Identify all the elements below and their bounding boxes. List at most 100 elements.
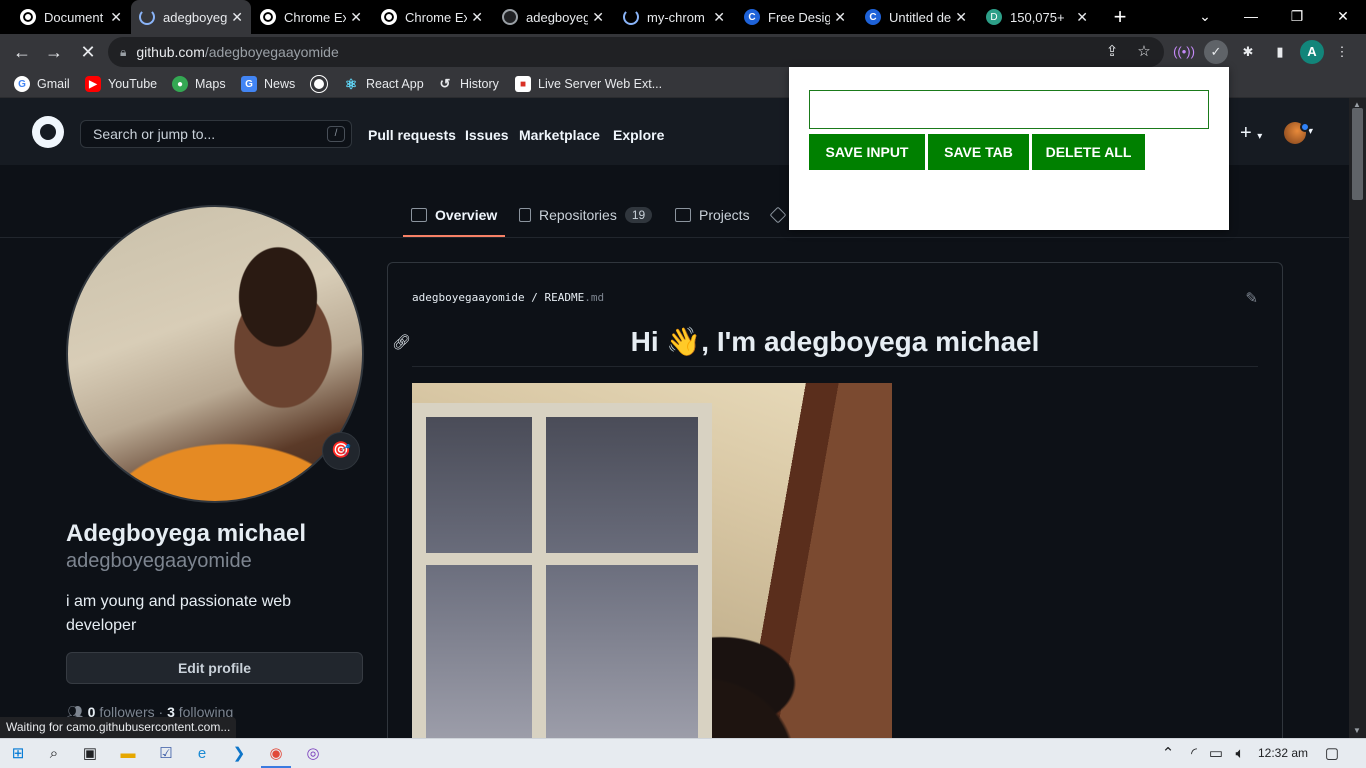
close-icon[interactable]: ✕ xyxy=(592,9,604,26)
restore-button[interactable]: ❐ xyxy=(1274,0,1320,34)
nav-marketplace[interactable]: Marketplace xyxy=(519,127,600,143)
browser-tab[interactable]: Chrome Ex ✕ xyxy=(373,0,491,34)
readme-photo xyxy=(412,383,892,763)
nav-pull-requests[interactable]: Pull requests xyxy=(368,127,456,143)
bookmark-gmail[interactable]: G Gmail xyxy=(14,74,70,94)
extensions-puzzle-icon[interactable]: ✱ xyxy=(1236,40,1260,64)
chevron-up-icon[interactable]: ⌃ xyxy=(1158,744,1178,764)
browser-tab-active[interactable]: adegboyega ✕ xyxy=(131,0,251,34)
save-tab-button[interactable]: SAVE TAB xyxy=(928,134,1029,170)
tab-label: Projects xyxy=(699,207,750,223)
battery-icon[interactable]: ▭ xyxy=(1206,744,1226,764)
edge-browser-icon[interactable]: e xyxy=(192,744,212,764)
system-clock[interactable]: 12:32 am xyxy=(1258,746,1308,760)
book-icon xyxy=(411,208,427,222)
close-icon[interactable]: ✕ xyxy=(471,9,483,26)
vscode-icon[interactable]: ❯ xyxy=(229,744,249,764)
task-view-icon[interactable]: ▣ xyxy=(80,744,100,764)
tab-search-chevron-icon[interactable]: ⌄ xyxy=(1182,0,1228,34)
tab-overview[interactable]: Overview xyxy=(403,195,506,237)
profile-avatar-large[interactable] xyxy=(66,205,364,503)
history-icon: ↺ xyxy=(439,76,451,91)
bookmark-live-server[interactable]: ■ Live Server Web Ext... xyxy=(515,74,662,94)
search-icon[interactable]: ⌕ xyxy=(44,744,64,764)
lock-icon[interactable]: 🔒︎ xyxy=(120,45,126,60)
edit-pencil-icon[interactable]: ✎ xyxy=(1245,289,1258,307)
github-logo-icon[interactable] xyxy=(32,116,64,148)
new-tab-button[interactable]: + xyxy=(1108,5,1132,29)
bookmark-star-icon[interactable]: ☆ xyxy=(1134,42,1154,62)
tab-projects[interactable]: Projects xyxy=(675,195,750,235)
globe-icon xyxy=(260,9,276,25)
podcast-app-icon[interactable]: ◎ xyxy=(303,744,323,764)
save-input-button[interactable]: SAVE INPUT xyxy=(809,134,925,170)
notification-dot xyxy=(1300,122,1310,132)
share-icon[interactable]: ⇪ xyxy=(1102,42,1122,62)
tab-label: Repositories xyxy=(539,207,617,223)
profile-username: adegboyegaayomide xyxy=(66,550,252,572)
search-input[interactable]: Search or jump to... / xyxy=(80,120,352,148)
canva-icon: C xyxy=(865,9,881,25)
file-explorer-icon[interactable]: ▬ xyxy=(118,744,138,764)
scrollbar-thumb[interactable] xyxy=(1352,108,1363,200)
bookmark-history[interactable]: ↺ History xyxy=(437,74,499,94)
nav-issues[interactable]: Issues xyxy=(465,127,509,143)
menu-kebab-icon[interactable]: ⋮ xyxy=(1330,40,1354,64)
status-target-icon[interactable]: 🎯 xyxy=(322,432,360,470)
close-icon[interactable]: ✕ xyxy=(350,9,362,26)
close-icon[interactable]: ✕ xyxy=(955,9,967,26)
address-bar[interactable]: 🔒︎ github.com/adegboyegaayomide xyxy=(108,37,1164,67)
browser-tab[interactable]: Document ✕ xyxy=(12,0,130,34)
close-icon[interactable]: ✕ xyxy=(1076,9,1088,26)
back-arrow-icon[interactable]: ← xyxy=(10,40,34,64)
bookmark-maps[interactable]: ● Maps xyxy=(172,74,226,94)
profile-full-name: Adegboyega michael xyxy=(66,520,307,547)
browser-tab[interactable]: adegboyeg ✕ xyxy=(494,0,612,34)
stop-loading-icon[interactable]: ✕ xyxy=(76,40,100,64)
browser-tab[interactable]: Chrome Ex ✕ xyxy=(252,0,370,34)
notification-center-icon[interactable]: ▢ xyxy=(1322,744,1342,764)
wifi-icon[interactable]: ◜ xyxy=(1184,744,1204,764)
browser-tab[interactable]: C Untitled de ✕ xyxy=(857,0,975,34)
tab-title: adegboyega xyxy=(163,9,228,25)
bookmark-news[interactable]: G News xyxy=(241,74,295,94)
browser-tab[interactable]: D 150,075+ ✕ xyxy=(978,0,1096,34)
page-scrollbar[interactable]: ▲ ▼ xyxy=(1349,98,1366,738)
close-icon[interactable]: ✕ xyxy=(713,9,725,26)
delete-all-button[interactable]: DELETE ALL xyxy=(1032,134,1145,170)
close-icon[interactable]: ✕ xyxy=(110,9,122,26)
photo-window xyxy=(412,403,712,763)
forward-arrow-icon[interactable]: → xyxy=(42,40,66,64)
tab-title: Free Desig xyxy=(768,9,831,25)
close-icon[interactable]: ✕ xyxy=(834,9,846,26)
windows-start-icon[interactable]: ⊞ xyxy=(8,744,28,764)
chrome-icon[interactable]: ◉ xyxy=(266,744,286,764)
browser-toolbar: ← → ✕ 🔒︎ github.com/adegboyegaayomide ⇪ … xyxy=(0,34,1366,70)
nav-explore[interactable]: Explore xyxy=(613,127,664,143)
side-panel-icon[interactable]: ▮ xyxy=(1268,40,1292,64)
edit-profile-button[interactable]: Edit profile xyxy=(66,652,363,684)
close-window-button[interactable]: ✕ xyxy=(1320,0,1366,34)
close-icon[interactable]: ✕ xyxy=(231,9,243,26)
d-icon: D xyxy=(986,9,1002,25)
create-new-plus-icon[interactable]: + ▾ xyxy=(1240,122,1262,145)
tab-repositories[interactable]: Repositories 19 xyxy=(519,195,653,235)
browser-tab[interactable]: my-chrom ✕ xyxy=(615,0,733,34)
minimize-button[interactable]: — xyxy=(1228,0,1274,34)
readme-owner-link[interactable]: adegboyegaayomide xyxy=(412,291,525,304)
tasks-checkbox-icon[interactable]: ☑ xyxy=(156,744,176,764)
readme-file-link[interactable]: README xyxy=(544,291,584,304)
browser-tab[interactable]: C Free Desig ✕ xyxy=(736,0,854,34)
profile-bio: i am young and passionate web developer xyxy=(66,593,292,634)
profile-avatar[interactable]: A xyxy=(1300,40,1324,64)
extension-nike-icon[interactable]: ✓ xyxy=(1204,40,1228,64)
bookmark-label: Live Server Web Ext... xyxy=(538,77,663,91)
bookmark-globe[interactable] xyxy=(311,74,334,94)
extension-podcast-icon[interactable]: ((•)) xyxy=(1172,40,1196,64)
scroll-down-arrow-icon[interactable]: ▼ xyxy=(1353,726,1361,735)
save-text-input[interactable] xyxy=(809,90,1209,129)
anchor-link-icon[interactable]: 🔗︎ xyxy=(392,333,411,351)
bookmark-react-app[interactable]: ⚛ React App xyxy=(343,74,424,94)
bookmark-youtube[interactable]: ▶ YouTube xyxy=(85,74,157,94)
volume-icon[interactable]: 🔈︎ xyxy=(1230,744,1250,764)
